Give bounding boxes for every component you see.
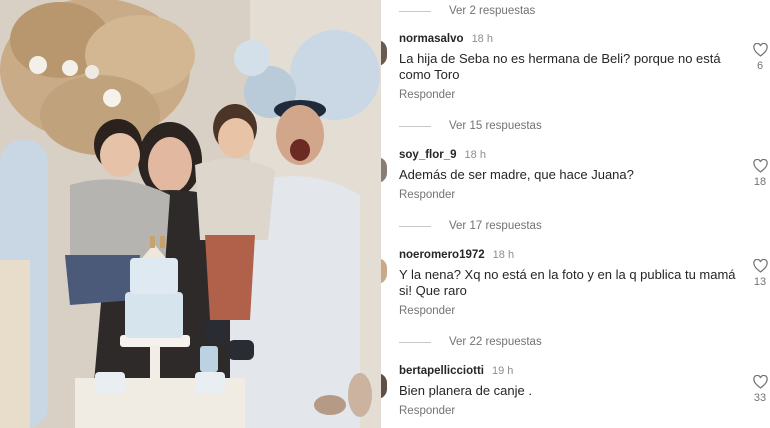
comment-username[interactable]: soy_flor_9 bbox=[399, 149, 457, 161]
view-replies-button[interactable]: Ver 15 respuestas bbox=[399, 120, 542, 132]
comment-item: soy_flor_9 18 h Además de ser madre, que… bbox=[399, 149, 749, 201]
like-count: 18 bbox=[753, 176, 767, 188]
reply-button[interactable]: Responder bbox=[399, 405, 749, 417]
comment-time: 18 h bbox=[464, 149, 486, 161]
view-replies-button[interactable]: Ver 22 respuestas bbox=[399, 336, 542, 348]
reply-button[interactable]: Responder bbox=[399, 89, 749, 101]
replies-divider bbox=[399, 341, 431, 343]
view-replies-label[interactable]: Ver 22 respuestas bbox=[449, 336, 542, 348]
photo-illustration bbox=[0, 0, 381, 428]
heart-outline-icon[interactable] bbox=[752, 43, 768, 57]
replies-divider bbox=[399, 10, 431, 12]
view-replies-label[interactable]: Ver 2 respuestas bbox=[449, 5, 535, 17]
like-count: 33 bbox=[753, 392, 767, 404]
replies-divider bbox=[399, 125, 431, 127]
comment-username[interactable]: normasalvo bbox=[399, 33, 464, 45]
comments-panel: Ver 2 respuestas normasalvo 18 h La hija… bbox=[381, 0, 770, 428]
comment-text: Y la nena? Xq no está en la foto y en la… bbox=[399, 267, 736, 298]
comment-text: Bien planera de canje . bbox=[399, 383, 532, 398]
replies-divider bbox=[399, 225, 431, 227]
view-replies-label[interactable]: Ver 15 respuestas bbox=[449, 120, 542, 132]
view-replies-button[interactable]: Ver 2 respuestas bbox=[399, 5, 535, 17]
comment-time: 19 h bbox=[492, 365, 514, 377]
reply-button[interactable]: Responder bbox=[399, 189, 749, 201]
like-count: 13 bbox=[753, 276, 767, 288]
avatar[interactable] bbox=[381, 258, 387, 284]
like-count: 6 bbox=[756, 60, 764, 72]
comment-item: normasalvo 18 h La hija de Seba no es he… bbox=[399, 33, 749, 101]
post-photo bbox=[0, 0, 381, 428]
avatar[interactable] bbox=[381, 40, 387, 66]
comment-time: 18 h bbox=[471, 33, 493, 45]
comment-text: La hija de Seba no es hermana de Beli? p… bbox=[399, 51, 721, 82]
comment-item: bertapellicciotti 19 h Bien planera de c… bbox=[399, 365, 749, 417]
avatar[interactable] bbox=[381, 157, 387, 183]
like-button[interactable]: 33 bbox=[745, 375, 770, 404]
like-button[interactable]: 18 bbox=[745, 159, 770, 188]
heart-outline-icon[interactable] bbox=[752, 259, 768, 273]
avatar[interactable] bbox=[381, 373, 387, 399]
comment-text: Además de ser madre, que hace Juana? bbox=[399, 167, 634, 182]
like-button[interactable]: 13 bbox=[745, 259, 770, 288]
comment-username[interactable]: noeromero1972 bbox=[399, 249, 485, 261]
like-button[interactable]: 6 bbox=[745, 43, 770, 72]
comment-item: noeromero1972 18 h Y la nena? Xq no está… bbox=[399, 249, 749, 317]
view-replies-label[interactable]: Ver 17 respuestas bbox=[449, 220, 542, 232]
reply-button[interactable]: Responder bbox=[399, 305, 749, 317]
comment-username[interactable]: bertapellicciotti bbox=[399, 365, 484, 377]
heart-outline-icon[interactable] bbox=[752, 375, 768, 389]
view-replies-button[interactable]: Ver 17 respuestas bbox=[399, 220, 542, 232]
comment-time: 18 h bbox=[492, 249, 515, 261]
heart-outline-icon[interactable] bbox=[752, 159, 768, 173]
